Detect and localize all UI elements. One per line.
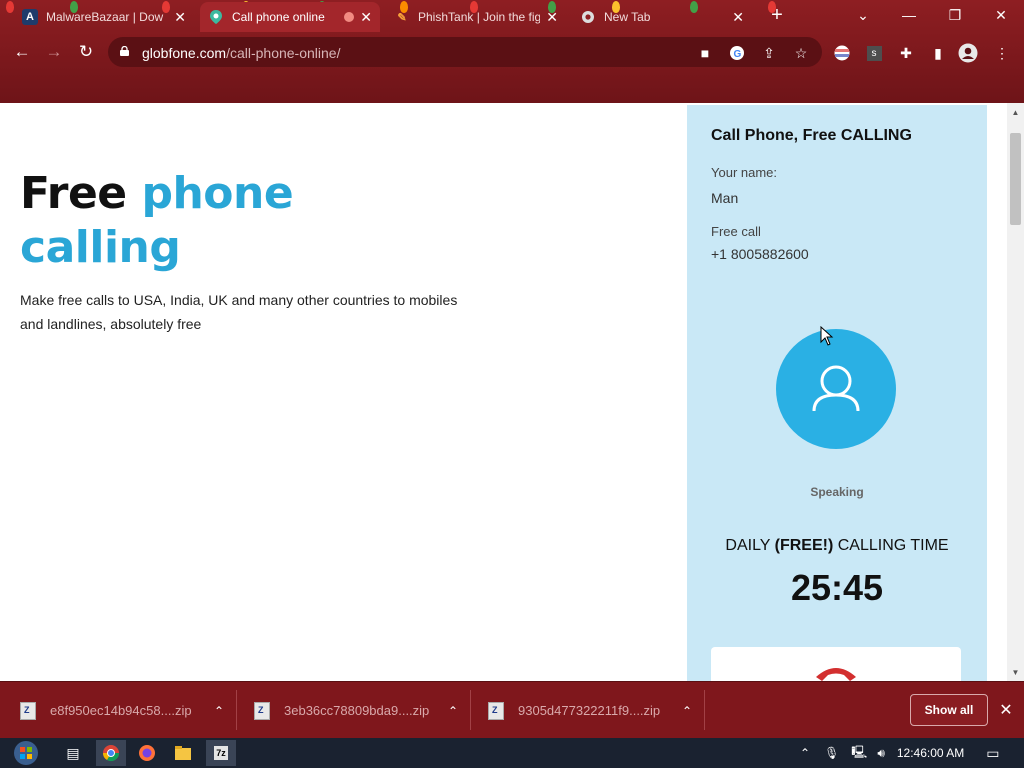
scroll-thumb[interactable]	[1010, 133, 1021, 225]
tab-phishtank[interactable]: ✎ PhishTank | Join the fig ✕	[386, 2, 566, 32]
call-panel: Call Phone, Free CALLING Your name: Man …	[687, 105, 987, 681]
scroll-up-arrow-icon[interactable]: ▲	[1007, 105, 1024, 119]
extension-s-icon[interactable]: s	[864, 43, 884, 63]
page-scrollbar[interactable]: ▲ ▼	[1007, 103, 1024, 681]
download-filename: 3eb36cc78809bda9....zip	[284, 703, 430, 718]
globfone-icon	[208, 9, 224, 25]
close-icon[interactable]: ✕	[174, 9, 186, 26]
scroll-down-arrow-icon[interactable]: ▼	[1007, 665, 1024, 679]
tab-search-chevron-icon[interactable]: ⌄	[848, 4, 878, 26]
page-title: Free phone calling	[20, 168, 294, 273]
network-icon[interactable]: 🖳︎	[851, 743, 867, 764]
web-page: Free phone calling Make free calls to US…	[0, 103, 1024, 681]
chrome-taskbar-icon[interactable]	[96, 740, 126, 766]
call-status: Speaking	[810, 485, 864, 499]
system-tray: ⌃ 🎙︎ 🖳︎ 🔊︎ 12:46:00 AM ▭	[800, 738, 1000, 768]
profile-avatar-icon[interactable]	[958, 43, 978, 63]
download-item[interactable]: Z e8f950ec14b94c58....zip ⌃	[20, 682, 224, 739]
daily-calling-time-label: DAILY (FREE!) CALLING TIME	[725, 537, 949, 554]
person-icon	[812, 365, 860, 412]
close-icon[interactable]: ✕	[546, 9, 558, 26]
extensions-puzzle-icon[interactable]: ✚	[896, 43, 916, 63]
divider	[704, 690, 705, 730]
zip-file-icon: Z	[254, 701, 270, 720]
firefox-taskbar-icon[interactable]	[132, 740, 162, 766]
file-explorer-taskbar-icon[interactable]	[168, 740, 198, 766]
mouse-cursor-icon	[820, 326, 834, 346]
close-download-shelf-icon[interactable]: ✕	[996, 700, 1016, 720]
windows-taskbar: ▤ 7z ⌃ 🎙︎ 🖳︎ 🔊︎ 12:46:00 AM ▭	[0, 738, 1024, 768]
tab-title: PhishTank | Join the fig	[418, 10, 541, 24]
restore-button[interactable]: ❐	[940, 4, 970, 26]
divider	[236, 690, 237, 730]
new-tab-button[interactable]: +	[762, 4, 792, 26]
url-text: globfone.com/call-phone-online/	[142, 45, 341, 61]
clock[interactable]: 12:46:00 AM	[897, 746, 964, 760]
close-icon[interactable]: ✕	[732, 9, 744, 26]
tab-new-tab[interactable]: New Tab ✕	[572, 2, 752, 32]
microphone-icon[interactable]: 🎙︎	[824, 746, 839, 760]
close-icon[interactable]: ✕	[360, 9, 372, 26]
name-label: Your name:	[711, 165, 778, 180]
tab-title: Call phone online	[232, 10, 325, 24]
tab-malwarebazaar[interactable]: A MalwareBazaar | Dow ✕	[14, 2, 194, 32]
page-subtitle: Make free calls to USA, India, UK and ma…	[20, 292, 458, 332]
call-panel-title: Call Phone, Free CALLING	[711, 127, 912, 144]
side-panel-icon[interactable]: ▮	[928, 43, 948, 63]
malwarebazaar-icon: A	[22, 9, 38, 25]
zip-file-icon: Z	[20, 701, 36, 720]
tab-call-phone-online[interactable]: Call phone online ✕	[200, 2, 380, 32]
hangup-button[interactable]	[711, 647, 961, 681]
call-timer: 25:45	[790, 567, 884, 608]
close-window-button[interactable]: ✕	[986, 4, 1016, 26]
reload-button[interactable]: ↻	[74, 40, 98, 64]
minimize-button[interactable]: —	[894, 4, 924, 26]
share-icon[interactable]: ⇪	[760, 44, 778, 62]
google-translate-icon[interactable]: G	[728, 44, 746, 62]
contact-avatar	[776, 329, 896, 449]
start-button[interactable]	[8, 740, 44, 766]
task-view-icon[interactable]: ▤	[58, 740, 88, 766]
svg-text:G: G	[734, 49, 742, 60]
download-filename: e8f950ec14b94c58....zip	[50, 703, 192, 718]
download-item[interactable]: Z 3eb36cc78809bda9....zip ⌃	[254, 682, 458, 739]
phishtank-icon: ✎	[397, 11, 407, 24]
chevron-up-icon[interactable]: ⌃	[448, 704, 458, 718]
download-filename: 9305d477322211f9....zip	[518, 703, 661, 718]
bookmark-star-icon[interactable]: ☆	[792, 44, 810, 62]
tab-strip: A MalwareBazaar | Dow ✕ Call phone onlin…	[0, 0, 1024, 34]
download-item[interactable]: Z 9305d477322211f9....zip ⌃	[488, 682, 692, 739]
tab-title: New Tab	[604, 10, 651, 24]
chevron-up-icon[interactable]: ⌃	[214, 704, 224, 718]
action-center-icon[interactable]: ▭	[986, 745, 999, 762]
chevron-up-icon[interactable]: ⌃	[682, 704, 692, 718]
show-hidden-icons-icon[interactable]: ⌃	[800, 746, 810, 760]
chrome-icon	[580, 9, 596, 25]
download-shelf: Z e8f950ec14b94c58....zip ⌃ Z 3eb36cc788…	[0, 681, 1024, 738]
volume-icon[interactable]: 🔊︎	[877, 746, 885, 761]
name-value: Man	[711, 190, 739, 206]
forward-button[interactable]: →	[42, 40, 66, 64]
divider	[470, 690, 471, 730]
call-type-label: Free call	[711, 224, 761, 239]
recording-indicator-icon	[344, 12, 355, 22]
address-bar[interactable]: globfone.com/call-phone-online/ ■ G ⇪ ☆	[108, 37, 822, 67]
call-number: +1 8005882600	[711, 246, 809, 262]
browser-chrome: A MalwareBazaar | Dow ✕ Call phone onlin…	[0, 0, 1024, 103]
tab-title: MalwareBazaar | Dow	[46, 10, 164, 24]
browser-toolbar: ← → ↻ globfone.com/call-phone-online/ ■ …	[0, 34, 1024, 70]
hangup-phone-icon	[816, 668, 856, 681]
zip-file-icon: Z	[488, 701, 504, 720]
back-button[interactable]: ←	[10, 40, 34, 64]
extension-flag-icon[interactable]	[832, 43, 852, 63]
show-all-downloads-button[interactable]: Show all	[910, 694, 988, 726]
camera-in-use-icon[interactable]: ■	[696, 44, 714, 62]
lock-icon	[120, 46, 129, 56]
chrome-menu-icon[interactable]: ⋮	[992, 43, 1012, 63]
7zip-taskbar-icon[interactable]: 7z	[206, 740, 236, 766]
